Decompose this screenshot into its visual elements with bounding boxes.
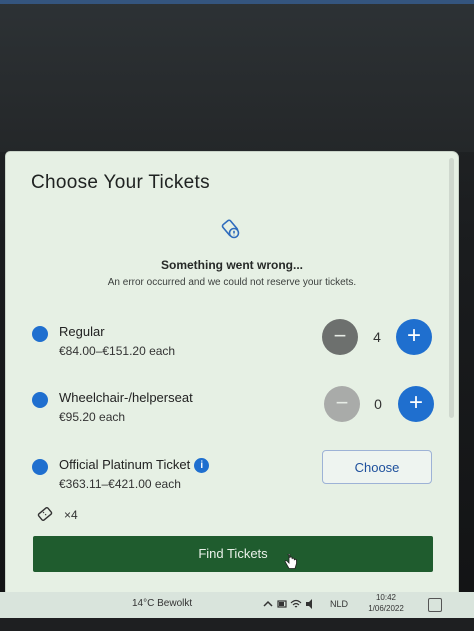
decrease-wheelchair-button[interactable]: − — [324, 386, 360, 422]
ticket-price: €84.00–€151.20 each — [59, 344, 176, 358]
wifi-icon[interactable] — [290, 597, 302, 611]
clock-date: 1/06/2022 — [368, 604, 404, 613]
ticket-type-dot — [32, 326, 48, 342]
ticket-modal: Choose Your Tickets Something went wrong… — [6, 152, 458, 592]
ticket-type-dot — [32, 459, 48, 475]
notification-icon[interactable] — [428, 598, 442, 612]
decrease-regular-button[interactable]: − — [322, 319, 358, 355]
clock-time: 10:42 — [375, 593, 397, 602]
background-screen-area — [0, 0, 474, 152]
ticket-name-text: Official Platinum Ticket — [59, 457, 191, 472]
ticket-price: €95.20 each — [59, 410, 126, 424]
info-icon[interactable]: i — [194, 458, 210, 473]
ticket-warning-icon — [221, 219, 240, 239]
ticket-type-dot — [32, 392, 48, 408]
find-tickets-button[interactable]: Find Tickets — [33, 536, 433, 572]
choose-platinum-button[interactable]: Choose — [322, 450, 432, 484]
increase-regular-button[interactable]: + — [396, 319, 432, 355]
ticket-name: Regular — [59, 324, 105, 339]
language-indicator[interactable]: NLD — [330, 599, 348, 609]
ticket-icon — [37, 506, 53, 522]
battery-icon[interactable] — [276, 597, 288, 611]
system-clock[interactable]: 10:42 1/06/2022 — [362, 592, 410, 614]
regular-quantity: 4 — [373, 329, 381, 345]
hand-cursor-icon — [284, 554, 297, 569]
wheelchair-quantity: 0 — [374, 396, 382, 412]
ticket-price: €363.11–€421.00 each — [59, 477, 181, 491]
increase-wheelchair-button[interactable]: + — [398, 386, 434, 422]
chevron-up-icon[interactable] — [262, 597, 274, 611]
monitor-bottom-bezel — [0, 618, 474, 631]
ticket-name: Official Platinum Ticket i — [59, 457, 210, 473]
modal-title: Choose Your Tickets — [31, 172, 210, 193]
windows-taskbar: 14°C Bewolkt NLD 10:42 1/06/2022 — [0, 592, 474, 618]
error-description: An error occurred and we could not reser… — [107, 277, 357, 288]
modal-scrollbar[interactable] — [449, 158, 454, 418]
weather-widget[interactable]: 14°C Bewolkt — [132, 598, 192, 609]
ticket-count-label: ×4 — [64, 508, 78, 522]
error-title: Something went wrong... — [161, 258, 303, 272]
speaker-icon[interactable] — [304, 597, 316, 611]
ticket-name: Wheelchair-/helperseat — [59, 390, 193, 405]
window-edge — [0, 0, 474, 4]
